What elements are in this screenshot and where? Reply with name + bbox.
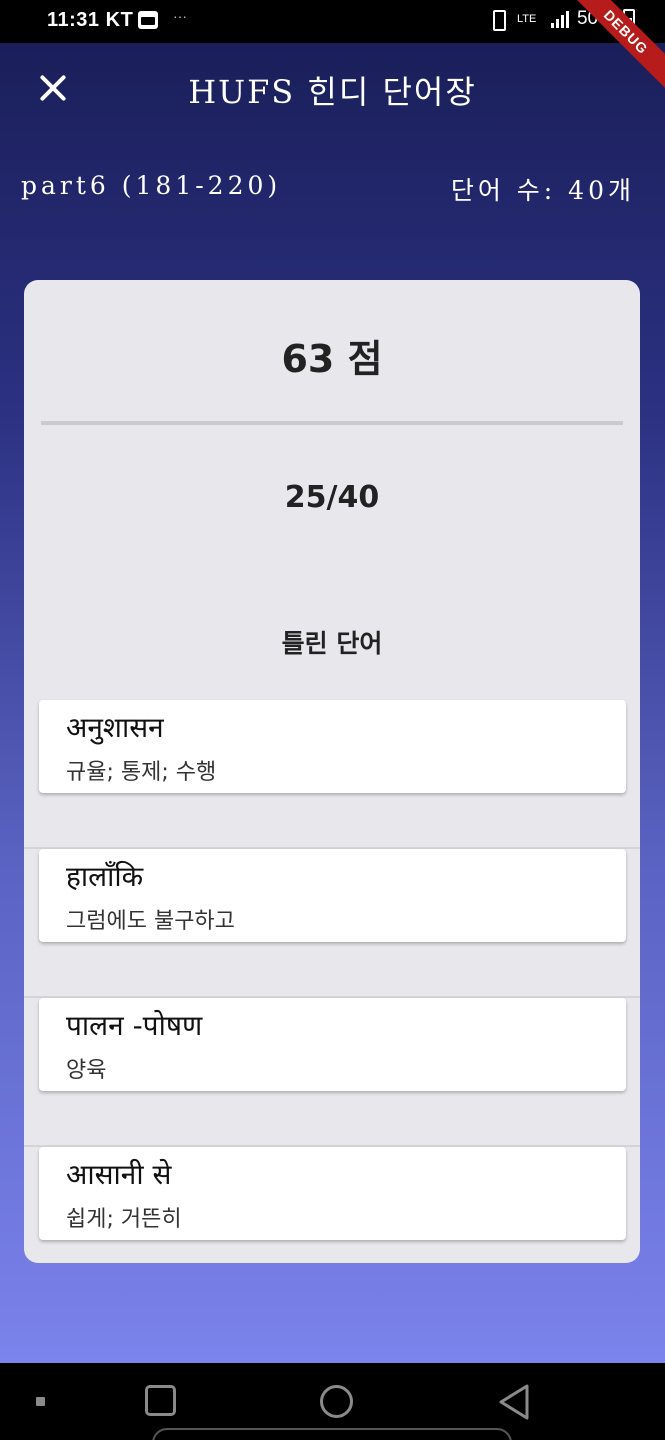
word-count: 단어 수: 40개 [450,176,635,205]
vibrate-icon [487,8,509,31]
navigation-bar [0,1363,665,1440]
lte-icon: LTE [516,12,537,25]
word-meaning: 양육 [66,1058,107,1083]
sim-card-icon [138,11,158,29]
list-item: आसानी से 쉽게; 거뜬히 [24,1147,640,1263]
divider [41,421,623,425]
recent-apps-icon[interactable] [36,1397,45,1406]
list-item: पालन -पोषण 양육 [24,998,640,1147]
word-meaning: 규율; 통제; 수행 [66,760,217,785]
word-hindi: पालन -पोषण [66,1009,203,1042]
part-label: part6 (181-220) [21,171,282,200]
word-meaning: 그럼에도 불구하고 [66,909,235,934]
home-icon[interactable] [320,1385,353,1418]
word-card[interactable]: अनुशासन 규율; 통제; 수행 [39,700,626,793]
status-time: 11:31 KT [47,9,134,31]
list-item: अनुशासन 규율; 통제; 수행 [24,700,640,849]
back-icon[interactable] [497,1383,531,1421]
word-meaning: 쉽게; 거뜬히 [66,1207,182,1232]
word-card[interactable]: आसानी से 쉽게; 거뜬히 [39,1147,626,1240]
overview-icon[interactable] [145,1385,176,1416]
word-card[interactable]: पालन -पोषण 양육 [39,998,626,1091]
result-card: 63 점 25/40 틀린 단어 अनुशासन 규율; 통제; 수행 हाला… [24,280,640,1263]
word-hindi: अनुशासन [66,711,164,744]
app-screen: HUFS 힌디 단어장 part6 (181-220) 단어 수: 40개 63… [0,43,665,1363]
wrong-word-list: अनुशासन 규율; 통제; 수행 हालाँकि 그럼에도 불구하고 पाल… [24,700,640,1263]
status-bar: 11:31 KT ··· LTE 50% DEBUG [0,0,665,94]
word-hindi: आसानी से [66,1158,172,1191]
list-item: हालाँकि 그럼에도 불구하고 [24,849,640,998]
app-bar: HUFS 힌디 단어장 [0,43,665,135]
gesture-handle [152,1428,512,1440]
signal-icon [550,10,569,28]
correct-ratio: 25/40 [284,480,380,515]
word-card[interactable]: हालाँकि 그럼에도 불구하고 [39,849,626,942]
more-notifications-icon: ··· [173,8,187,24]
wrong-words-title: 틀린 단어 [281,629,383,658]
app-title: HUFS 힌디 단어장 [188,73,477,111]
score: 63 점 [281,337,383,381]
word-hindi: हालाँकि [66,860,144,893]
